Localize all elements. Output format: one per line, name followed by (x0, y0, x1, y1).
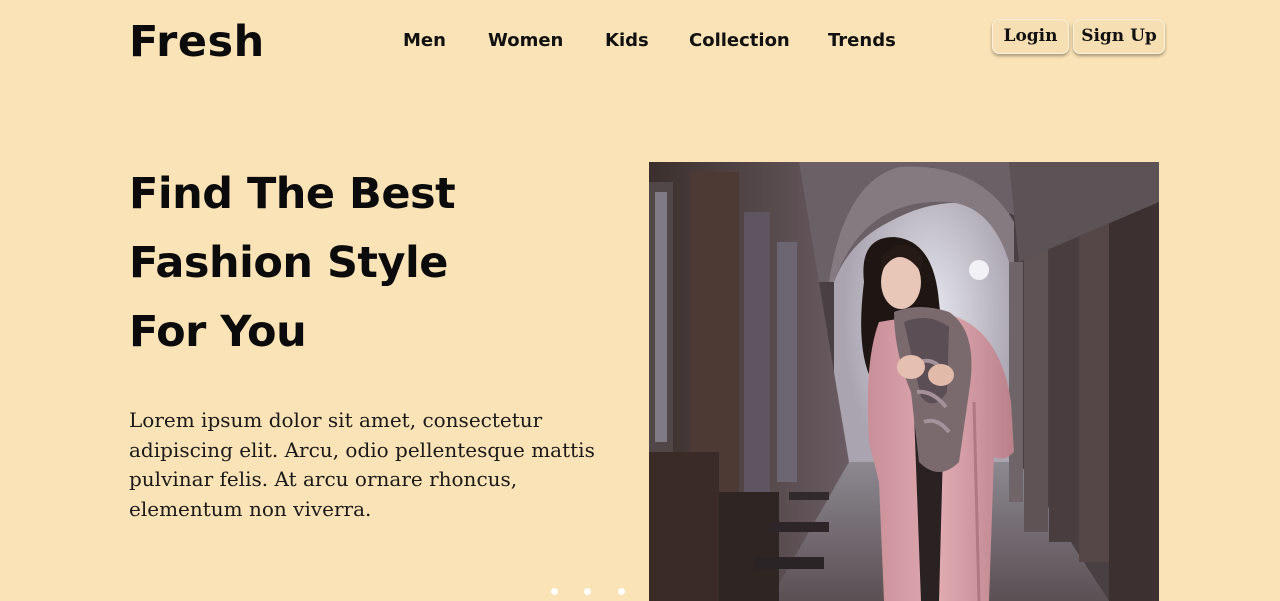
signup-button[interactable]: Sign Up (1073, 19, 1165, 54)
nav-item-men[interactable]: Men (403, 28, 446, 54)
hero-title: Find The Best Fashion Style For You (129, 160, 456, 367)
hero-description: Lorem ipsum dolor sit amet, consectetur … (129, 408, 595, 521)
hero-fashion-photo (649, 162, 1159, 601)
hero-title-line-3: For You (129, 307, 307, 357)
hero-title-line-2: Fashion Style (129, 238, 448, 288)
nav-item-collection[interactable]: Collection (689, 28, 790, 54)
nav-item-trends[interactable]: Trends (828, 28, 896, 54)
slider-dot-3[interactable] (618, 588, 625, 595)
hero-title-line-1: Find The Best (129, 169, 456, 219)
nav-item-kids[interactable]: Kids (605, 28, 649, 54)
nav-item-women[interactable]: Women (488, 28, 563, 54)
slider-dot-2[interactable] (584, 588, 591, 595)
slider-dot-1[interactable] (551, 588, 558, 595)
login-button[interactable]: Login (992, 19, 1069, 54)
